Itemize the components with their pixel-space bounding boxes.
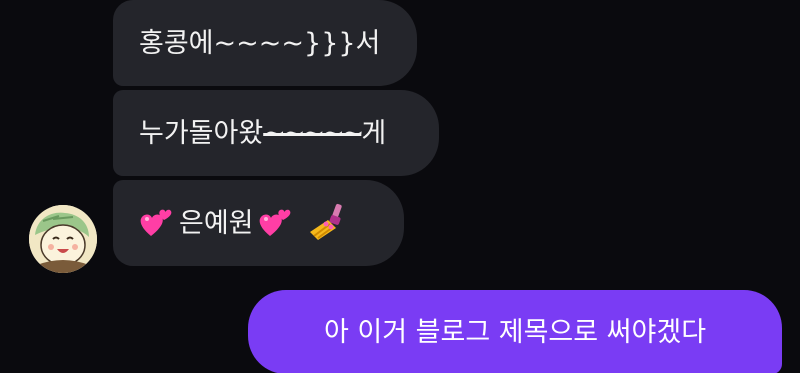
message-text: 홍콩에~~~~}}}서 [139, 27, 381, 59]
incoming-message-bubble[interactable]: 누가돌아왔 ~~~~~ 게 [113, 90, 439, 176]
chat-thread: 홍콩에~~~~}}}서 누가돌아왔 ~~~~~ 게 은예원 아 이거 블로그 제… [0, 0, 800, 373]
message-strikethrough-text: ~~~~~ [263, 117, 364, 149]
two-hearts-icon [139, 206, 173, 240]
message-text: 게 [361, 117, 387, 149]
avatar[interactable] [29, 205, 97, 273]
incoming-message-bubble[interactable]: 은예원 [113, 180, 404, 266]
message-text: 아 이거 블로그 제목으로 써야겠다 [323, 316, 707, 348]
message-text: 은예원 [179, 207, 254, 239]
message-text: 누가돌아왔 [139, 117, 264, 149]
outgoing-message-bubble[interactable]: 아 이거 블로그 제목으로 써야겠다 [248, 290, 782, 373]
nail-polish-icon [306, 202, 348, 244]
incoming-message-bubble[interactable]: 홍콩에~~~~}}}서 [113, 0, 417, 86]
two-hearts-icon [258, 206, 292, 240]
